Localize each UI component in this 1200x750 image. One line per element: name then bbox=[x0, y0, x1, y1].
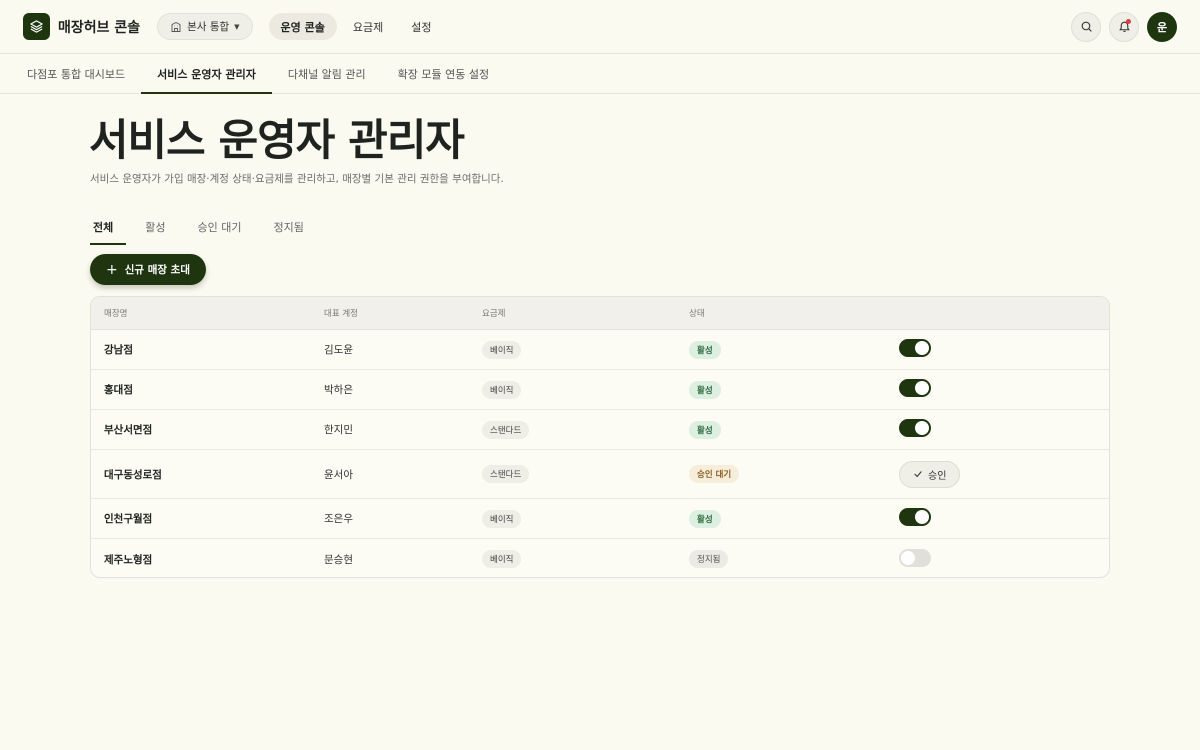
status-badge: 활성 bbox=[689, 420, 721, 439]
active-toggle[interactable] bbox=[899, 339, 931, 357]
store-name: 강남점 bbox=[104, 344, 133, 356]
active-toggle[interactable] bbox=[899, 508, 931, 526]
org-select[interactable]: 본사 통합 ▼ bbox=[157, 13, 253, 40]
plan-badge: 스탠다드 bbox=[482, 465, 530, 483]
main-nav: 운영 콘솔 요금제 설정 bbox=[268, 13, 444, 40]
owner-name: 한지민 bbox=[324, 424, 353, 436]
nav-ops-console[interactable]: 운영 콘솔 bbox=[268, 13, 337, 40]
plus-icon: + bbox=[106, 261, 118, 278]
tab-active[interactable]: 활성 bbox=[142, 208, 178, 245]
chevron-down-icon: ▼ bbox=[234, 22, 240, 31]
subnav-service-operator[interactable]: 서비스 운영자 관리자 bbox=[141, 54, 272, 94]
status-badge: 활성 bbox=[689, 380, 721, 399]
store-name: 부산서면점 bbox=[104, 424, 153, 436]
search-button[interactable] bbox=[1071, 11, 1101, 42]
owner-name: 김도윤 bbox=[324, 344, 353, 356]
status-badge: 활성 bbox=[689, 509, 721, 528]
invite-store-button[interactable]: + 신규 매장 초대 bbox=[90, 254, 207, 285]
plan-badge: 베이직 bbox=[482, 509, 522, 528]
top-bar: 매장허브 콘솔 본사 통합 ▼ 운영 콘솔 요금제 설정 운 bbox=[0, 0, 1200, 53]
col-owner: 대표 계정 bbox=[324, 309, 358, 319]
org-select-label: 본사 통합 bbox=[187, 21, 230, 33]
building-icon bbox=[171, 21, 181, 32]
owner-name: 조은우 bbox=[324, 513, 353, 525]
tab-pending[interactable]: 승인 대기 bbox=[195, 208, 255, 245]
plan-badge: 베이직 bbox=[482, 340, 522, 359]
table-header: 매장명 대표 계정 요금제 상태 bbox=[91, 297, 1109, 330]
store-name: 제주노형점 bbox=[104, 553, 153, 566]
table-row[interactable]: 대구동성로점 윤서아 스탠다드 승인 대기 승인 bbox=[91, 450, 1109, 499]
search-icon bbox=[1081, 21, 1092, 32]
plan-badge: 베이직 bbox=[482, 550, 522, 568]
status-badge: 활성 bbox=[689, 340, 721, 359]
tab-stopped[interactable]: 정지됨 bbox=[270, 208, 316, 245]
subnav-extensions[interactable]: 확장 모듈 연동 설정 bbox=[382, 54, 505, 93]
top-actions: 운 bbox=[1071, 11, 1177, 42]
subnav-notifications[interactable]: 다채널 알림 관리 bbox=[272, 54, 382, 93]
store-name: 대구동성로점 bbox=[104, 468, 162, 481]
store-name: 인천구월점 bbox=[104, 513, 153, 525]
status-badge: 정지됨 bbox=[689, 550, 729, 568]
owner-name: 윤서아 bbox=[324, 468, 353, 481]
plan-badge: 스탠다드 bbox=[482, 420, 530, 439]
nav-settings[interactable]: 설정 bbox=[399, 13, 443, 40]
store-name: 홍대점 bbox=[104, 384, 133, 396]
brand-name: 매장허브 콘솔 bbox=[58, 19, 141, 36]
approve-button[interactable]: 승인 bbox=[899, 460, 961, 488]
notification-dot bbox=[1126, 18, 1131, 24]
table-row[interactable]: 제주노형점 문승현 베이직 정지됨 bbox=[91, 539, 1109, 577]
status-tabs: 전체 활성 승인 대기 정지됨 bbox=[90, 208, 329, 245]
sub-nav: 다점포 통합 대시보드 서비스 운영자 관리자 다채널 알림 관리 확장 모듈 … bbox=[0, 53, 1200, 94]
col-plan: 요금제 bbox=[482, 309, 506, 319]
check-icon bbox=[914, 471, 922, 478]
page-description: 서비스 운영자가 가입 매장·계정 상태·요금제를 관리하고, 매장별 기본 관… bbox=[90, 173, 504, 185]
subnav-dashboard[interactable]: 다점포 통합 대시보드 bbox=[11, 54, 141, 93]
tab-all[interactable]: 전체 bbox=[90, 208, 127, 245]
col-status: 상태 bbox=[689, 309, 705, 319]
table-row[interactable]: 홍대점 박하은 베이직 활성 bbox=[91, 370, 1109, 410]
active-toggle[interactable] bbox=[899, 419, 931, 437]
notifications-button[interactable] bbox=[1109, 11, 1139, 42]
approve-label: 승인 bbox=[928, 470, 947, 482]
table-row[interactable]: 인천구월점 조은우 베이직 활성 bbox=[91, 499, 1109, 539]
table-row[interactable]: 부산서면점 한지민 스탠다드 활성 bbox=[91, 410, 1109, 450]
layers-icon[interactable] bbox=[23, 13, 50, 40]
active-toggle[interactable] bbox=[899, 548, 931, 567]
nav-pricing[interactable]: 요금제 bbox=[341, 13, 395, 40]
table-row[interactable]: 강남점 김도윤 베이직 활성 bbox=[91, 330, 1109, 370]
page-title: 서비스 운영자 관리자 bbox=[89, 116, 465, 166]
col-store: 매장명 bbox=[104, 309, 128, 319]
invite-store-label: 신규 매장 초대 bbox=[124, 264, 191, 276]
store-table: 매장명 대표 계정 요금제 상태 강남점 김도윤 베이직 활성 홍대점 박하은 … bbox=[90, 296, 1110, 578]
avatar[interactable]: 운 bbox=[1147, 11, 1177, 42]
active-toggle[interactable] bbox=[899, 379, 931, 397]
owner-name: 문승현 bbox=[324, 553, 353, 566]
plan-badge: 베이직 bbox=[482, 380, 522, 399]
owner-name: 박하은 bbox=[324, 384, 353, 396]
status-badge: 승인 대기 bbox=[689, 465, 740, 483]
